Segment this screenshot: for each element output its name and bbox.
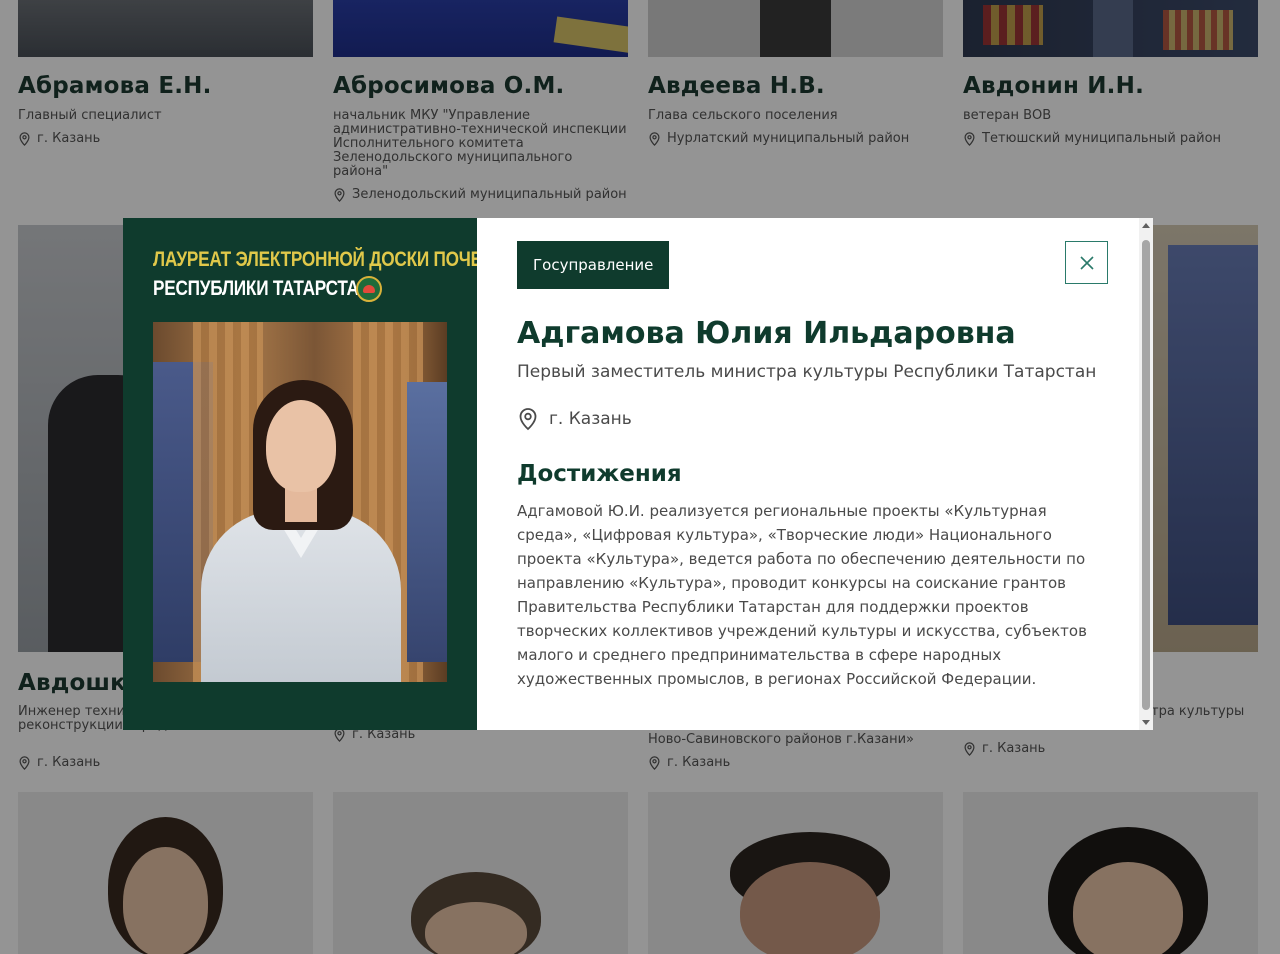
achievements-title: Достижения bbox=[517, 461, 682, 487]
tatarstan-emblem-icon bbox=[356, 276, 382, 302]
laureate-title-line1: ЛАУРЕАТ ЭЛЕКТРОННОЙ ДОСКИ ПОЧЕТА bbox=[153, 248, 504, 271]
location-pin-icon bbox=[519, 408, 537, 431]
achievements-text: Адгамовой Ю.И. реализуется региональные … bbox=[517, 502, 1087, 688]
laureate-full-name: Адгамова Юлия Ильдаровна bbox=[517, 316, 1016, 351]
laureate-modal: ЛАУРЕАТ ЭЛЕКТРОННОЙ ДОСКИ ПОЧЕТА РЕСПУБЛ… bbox=[123, 218, 1153, 730]
modal-scrollbar[interactable] bbox=[1139, 218, 1153, 730]
close-button[interactable] bbox=[1065, 241, 1108, 284]
modal-badge-panel: ЛАУРЕАТ ЭЛЕКТРОННОЙ ДОСКИ ПОЧЕТА РЕСПУБЛ… bbox=[123, 218, 504, 730]
scroll-thumb[interactable] bbox=[1142, 240, 1150, 710]
scroll-down-arrow-icon[interactable] bbox=[1142, 720, 1150, 725]
scroll-up-arrow-icon[interactable] bbox=[1142, 223, 1150, 228]
modal-content: Госуправление Адгамова Юлия Ильдаровна П… bbox=[477, 218, 1153, 730]
laureate-portrait bbox=[153, 322, 447, 682]
laureate-title-line2: РЕСПУБЛИКИ ТАТАРСТАН bbox=[153, 277, 371, 300]
laureate-position: Первый заместитель министра культуры Рес… bbox=[517, 362, 1097, 382]
laureate-location: г. Казань bbox=[517, 407, 632, 431]
category-tag[interactable]: Госуправление bbox=[517, 241, 670, 289]
close-icon[interactable] bbox=[1079, 255, 1095, 271]
